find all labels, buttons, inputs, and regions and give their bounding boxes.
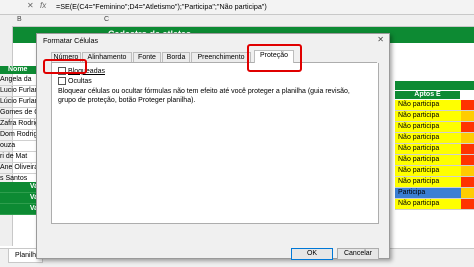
aptos-row: Não participa (395, 100, 474, 111)
aptos-row: Não participa (395, 155, 474, 166)
fx-icon[interactable]: fx (40, 1, 46, 10)
aptos-cell[interactable]: Não participa (395, 100, 461, 110)
tab-alinhamento[interactable]: Alinhamento (82, 52, 132, 62)
aptos-row: Não participa (395, 122, 474, 133)
column-headers: B C (0, 15, 474, 27)
aptos-row: Não participa (395, 199, 474, 210)
formula-bar: ✕ fx =SE(E(C4="Feminino";D4="Atletismo")… (0, 0, 474, 15)
aptos-row: Não participa (395, 144, 474, 155)
hidden-checkbox[interactable] (58, 77, 66, 85)
name-cell[interactable]: Zafra Rodrigu (0, 119, 40, 130)
format-cells-dialog: Formatar Células ✕ Número Alinhamento Fo… (36, 33, 390, 260)
aptos-cell[interactable]: Não participa (395, 133, 461, 143)
aptos-column: Não participa Não participa Não particip… (395, 100, 474, 210)
dialog-title: Formatar Células (43, 36, 99, 45)
status-cell[interactable] (460, 100, 474, 110)
status-cell[interactable] (460, 177, 474, 187)
aptos-row: Não participa (395, 111, 474, 122)
aptos-row: Não participa (395, 166, 474, 177)
aptos-cell[interactable]: Não participa (395, 155, 461, 165)
name-cell[interactable]: Lucio Furlan (0, 86, 40, 97)
tab-fonte[interactable]: Fonte (133, 52, 161, 62)
summary-label[interactable]: Va (0, 182, 40, 193)
dialog-tabstrip: Número Alinhamento Fonte Borda Preenchim… (51, 50, 377, 63)
status-cell[interactable] (460, 188, 474, 198)
protection-tab-highlight (247, 44, 302, 72)
status-cell[interactable] (460, 144, 474, 154)
close-icon[interactable]: ✕ (377, 35, 384, 44)
column-header-c[interactable]: C (104, 16, 109, 23)
aptos-cell[interactable]: Não participa (395, 122, 461, 132)
name-cell[interactable]: Angela da (0, 75, 40, 86)
locked-highlight (43, 59, 87, 74)
aptos-cell[interactable]: Não participa (395, 111, 461, 121)
ok-button[interactable]: OK (291, 248, 333, 260)
column-header-b[interactable]: B (17, 16, 22, 23)
protection-panel: Bloqueadas Ocultas Bloquear células ou o… (51, 63, 379, 224)
status-cell[interactable] (460, 166, 474, 176)
summary-label[interactable]: Va (0, 204, 40, 215)
summary-rows: Va Va Va (0, 182, 40, 215)
status-cell[interactable] (460, 133, 474, 143)
name-cell[interactable]: ouza (0, 141, 40, 152)
name-cell[interactable]: Lúcio Furlan (0, 97, 40, 108)
formula-text[interactable]: =SE(E(C4="Feminino";D4="Atletismo");"Par… (56, 2, 267, 11)
aptos-row: Não participa (395, 133, 474, 144)
aptos-cell[interactable]: Não participa (395, 177, 461, 187)
status-cell[interactable] (460, 155, 474, 165)
aptos-cell[interactable]: Participa (395, 188, 461, 198)
cancel-button[interactable]: Cancelar (337, 248, 379, 260)
names-column: Angela da Lucio Furlan Lúcio Furlan Gome… (0, 75, 40, 185)
name-cell[interactable]: Dom Rodrigu (0, 130, 40, 141)
tab-preenchimento[interactable]: Preenchimento (191, 52, 251, 62)
tab-borda[interactable]: Borda (162, 52, 190, 62)
aptos-band (395, 81, 474, 90)
aptos-row: Não participa (395, 177, 474, 188)
aptos-cell[interactable]: Não participa (395, 199, 461, 209)
protection-description: Bloquear células ou ocultar fórmulas não… (58, 88, 350, 104)
status-cell[interactable] (460, 122, 474, 132)
x-icon[interactable]: ✕ (27, 1, 34, 10)
name-cell[interactable]: ri de Mat (0, 152, 40, 163)
name-cell[interactable]: Ane Oliveira (0, 163, 40, 174)
aptos-row: Participa (395, 188, 474, 199)
aptos-header: Aptos E (395, 91, 460, 99)
hidden-checkbox-row[interactable]: Ocultas (58, 77, 92, 85)
status-cell[interactable] (460, 111, 474, 121)
hidden-label: Ocultas (68, 77, 92, 85)
aptos-cell[interactable]: Não participa (395, 166, 461, 176)
aptos-cell[interactable]: Não participa (395, 144, 461, 154)
summary-label[interactable]: Va (0, 193, 40, 204)
name-cell[interactable]: Gomes de C (0, 108, 40, 119)
status-cell[interactable] (460, 199, 474, 209)
